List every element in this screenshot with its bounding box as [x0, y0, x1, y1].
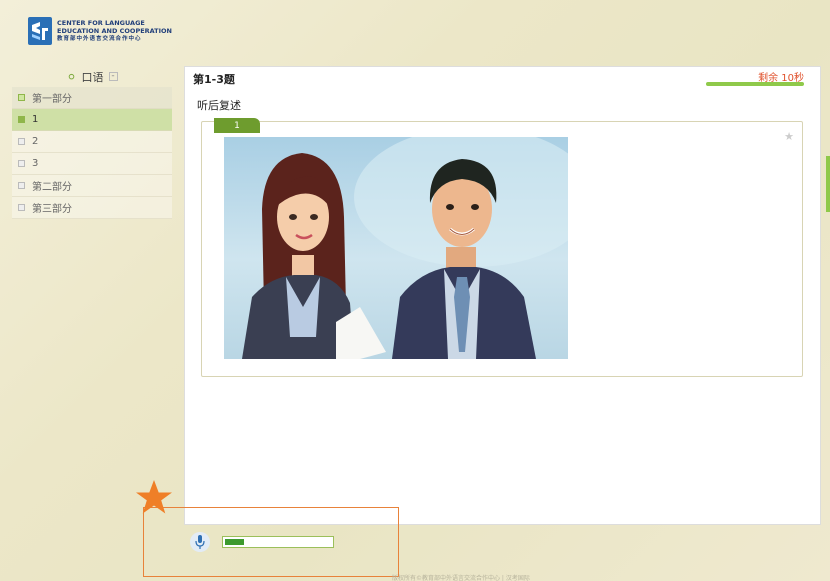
star-icon[interactable]: ★ — [784, 130, 794, 143]
task-instruction: 听后复述 — [197, 99, 241, 112]
sidebar-item-part-1[interactable]: 第一部分 — [12, 87, 172, 109]
checkbox-icon — [18, 160, 25, 167]
annotation-highlight-box — [143, 507, 399, 577]
sidebar-item-label: 第二部分 — [32, 182, 72, 193]
sidebar-item-label: 第一部分 — [32, 94, 72, 105]
page-title: 第1-3题 — [193, 73, 235, 86]
logo-mark — [28, 17, 52, 45]
annotation-star-icon — [136, 480, 172, 514]
sidebar-item-label: 第三部分 — [32, 204, 72, 215]
checkbox-icon — [18, 204, 25, 211]
checkbox-icon — [18, 116, 25, 123]
checkbox-icon — [18, 138, 25, 145]
sidebar: ⚪ 口语 - 第一部分 1 2 3 第二部分 第三部分 — [12, 66, 172, 516]
user-icon: ⚪ — [66, 69, 77, 84]
header: CENTER FOR LANGUAGE EDUCATION AND COOPER… — [0, 0, 830, 62]
timer-progress-bar — [706, 82, 804, 86]
checkbox-icon — [18, 94, 25, 101]
logo: CENTER FOR LANGUAGE EDUCATION AND COOPER… — [28, 16, 172, 46]
sidebar-item-label: 2 — [32, 136, 39, 147]
checkbox-icon — [18, 182, 25, 189]
question-box: 1 ★ — [201, 118, 803, 377]
footer-copyright: 版权所有©教育部中外语言交流合作中心 | 汉考国际 — [392, 575, 530, 581]
logo-text: CENTER FOR LANGUAGE EDUCATION AND COOPER… — [57, 19, 172, 43]
logo-line-1: CENTER FOR LANGUAGE — [57, 19, 145, 27]
sidebar-item-q2[interactable]: 2 — [12, 131, 172, 153]
logo-line-3: 教育部中外语言交流合作中心 — [57, 36, 142, 42]
sidebar-heading[interactable]: ⚪ 口语 - — [12, 66, 172, 87]
sidebar-item-q1[interactable]: 1 — [12, 109, 172, 131]
sidebar-item-label: 1 — [32, 114, 39, 125]
question-illustration — [224, 137, 568, 359]
sidebar-item-label: 3 — [32, 158, 39, 169]
sidebar-heading-label: 口语 — [81, 70, 104, 84]
question-number-tag: 1 — [214, 118, 260, 133]
sidebar-item-part-3[interactable]: 第三部分 — [12, 197, 172, 219]
sidebar-item-q3[interactable]: 3 — [12, 153, 172, 175]
collapse-icon[interactable]: - — [108, 72, 118, 81]
question-panel: 第1-3题 剩余 10秒 听后复述 1 ★ — [184, 66, 821, 525]
logo-line-2: EDUCATION AND COOPERATION — [57, 27, 172, 35]
sidebar-item-part-2[interactable]: 第二部分 — [12, 175, 172, 197]
logo-glyph-icon — [32, 22, 48, 40]
two-people-illustration — [242, 137, 568, 359]
scroll-indicator[interactable] — [826, 156, 830, 212]
